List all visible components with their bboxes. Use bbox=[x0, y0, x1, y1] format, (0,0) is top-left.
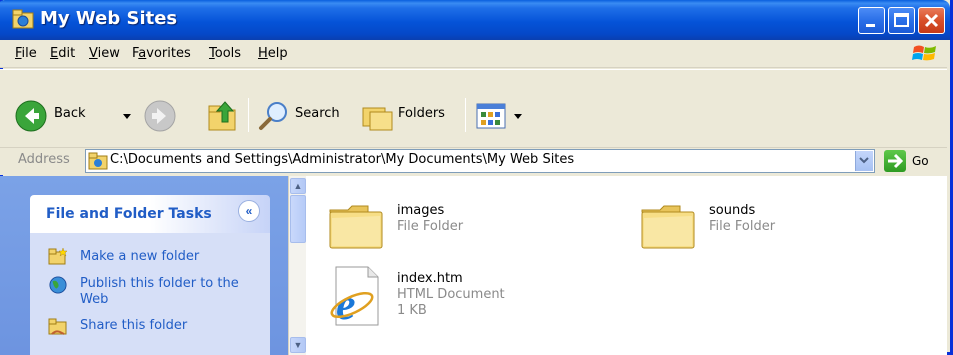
views-button[interactable] bbox=[473, 99, 529, 133]
minimize-button[interactable] bbox=[858, 7, 885, 34]
up-folder-icon[interactable] bbox=[205, 98, 241, 134]
scroll-thumb[interactable] bbox=[290, 195, 306, 243]
task-panel-title[interactable]: File and Folder Tasks bbox=[46, 206, 212, 222]
menu-help[interactable]: Help bbox=[258, 46, 288, 61]
publish-folder-link[interactable]: Publish this folder to the Web bbox=[80, 276, 250, 308]
file-item-sounds[interactable]: sounds File Folder bbox=[637, 195, 887, 255]
back-label: Back bbox=[54, 106, 86, 121]
address-dropdown-button[interactable] bbox=[855, 151, 873, 171]
menu-edit[interactable]: Edit bbox=[50, 46, 75, 61]
menu-tools[interactable]: Tools bbox=[209, 46, 241, 61]
folders-label: Folders bbox=[398, 106, 445, 121]
minimize-icon bbox=[866, 24, 875, 27]
collapse-chevron-icon[interactable]: « bbox=[238, 200, 260, 222]
maximize-icon bbox=[894, 13, 909, 27]
menu-favorites[interactable]: Favorites bbox=[132, 46, 191, 61]
html-document-icon: e bbox=[330, 266, 379, 327]
file-size: 1 KB bbox=[397, 303, 427, 318]
go-label[interactable]: Go bbox=[912, 154, 929, 168]
folder-icon bbox=[641, 205, 695, 249]
views-dropdown-icon bbox=[514, 114, 522, 119]
views-icon bbox=[476, 103, 506, 129]
menu-view[interactable]: View bbox=[89, 46, 120, 61]
toolbar-separator bbox=[465, 98, 466, 132]
back-dropdown-icon bbox=[123, 114, 131, 119]
go-arrow-icon bbox=[888, 153, 904, 169]
folders-icon bbox=[362, 107, 393, 131]
file-type: HTML Document bbox=[397, 287, 505, 302]
my-web-sites-icon bbox=[12, 9, 34, 29]
new-folder-icon bbox=[48, 247, 68, 265]
windows-logo-icon bbox=[912, 45, 936, 61]
toolbar-separator bbox=[248, 98, 249, 132]
file-item-images[interactable]: images File Folder bbox=[325, 195, 575, 255]
share-folder-link[interactable]: Share this folder bbox=[80, 318, 187, 334]
folders-button[interactable]: Folders bbox=[358, 98, 458, 134]
file-type: File Folder bbox=[397, 219, 464, 234]
close-icon bbox=[924, 13, 939, 28]
search-button[interactable]: Search bbox=[255, 98, 345, 134]
scroll-down-button[interactable]: ▼ bbox=[290, 337, 306, 353]
folder-path-icon bbox=[88, 152, 108, 170]
back-button[interactable]: Back bbox=[10, 98, 135, 134]
scroll-up-button[interactable]: ▲ bbox=[290, 178, 306, 194]
file-type: File Folder bbox=[709, 219, 776, 234]
make-new-folder-link[interactable]: Make a new folder bbox=[80, 249, 199, 265]
file-item-index-htm[interactable]: e index.htm HTML Document 1 KB bbox=[325, 265, 575, 345]
back-arrow-icon bbox=[15, 100, 47, 132]
close-button[interactable] bbox=[918, 7, 945, 34]
address-path: C:\Documents and Settings\Administrator\… bbox=[110, 152, 575, 167]
menu-file[interactable]: File bbox=[15, 46, 37, 61]
maximize-button[interactable] bbox=[888, 7, 915, 34]
address-label: Address bbox=[18, 152, 70, 167]
folder-icon bbox=[329, 205, 383, 249]
share-folder-icon bbox=[48, 318, 67, 335]
search-label: Search bbox=[295, 106, 340, 121]
forward-arrow-icon[interactable] bbox=[143, 99, 177, 133]
file-name: images bbox=[397, 203, 445, 218]
chevron-down-icon bbox=[859, 157, 869, 164]
file-name: sounds bbox=[709, 203, 756, 218]
go-button[interactable] bbox=[884, 150, 906, 172]
publish-web-icon bbox=[49, 276, 67, 294]
file-name: index.htm bbox=[397, 271, 463, 286]
search-icon bbox=[259, 102, 287, 130]
window-title: My Web Sites bbox=[40, 8, 178, 29]
